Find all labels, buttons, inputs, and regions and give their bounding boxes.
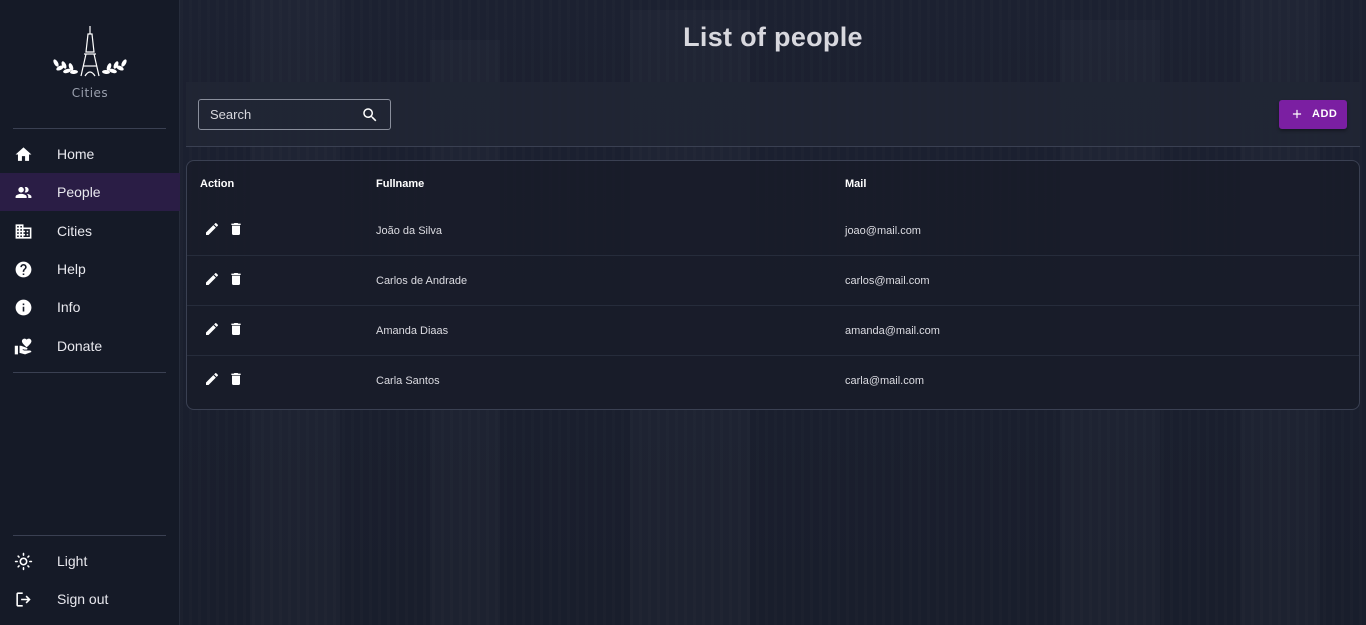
city-icon xyxy=(13,221,33,241)
sidebar-item-people[interactable]: People xyxy=(0,173,180,211)
delete-icon[interactable] xyxy=(228,221,244,237)
page-title: List of people xyxy=(683,22,863,52)
sidebar-item-label: Donate xyxy=(57,338,103,354)
sidebar-item-cities[interactable]: Cities xyxy=(0,212,180,250)
people-table: Action Fullname Mail João da Silva joao@… xyxy=(186,160,1360,410)
cell-fullname: Carlos de Andrade xyxy=(376,275,468,287)
sidebar-divider xyxy=(13,128,166,129)
people-icon xyxy=(13,182,33,202)
search-field xyxy=(198,99,391,130)
cell-mail: carlos@mail.com xyxy=(845,275,930,287)
edit-icon[interactable] xyxy=(204,271,220,287)
table-row: João da Silva joao@mail.com xyxy=(187,206,1359,256)
cell-fullname: Carla Santos xyxy=(376,375,440,387)
cell-fullname: Amanda Diaas xyxy=(376,325,449,337)
sidebar-divider xyxy=(13,535,166,536)
eiffel-tower-icon xyxy=(53,26,127,77)
table-row: Amanda Diaas amanda@mail.com xyxy=(187,306,1359,356)
table-row: Carla Santos carla@mail.com xyxy=(187,356,1359,406)
logo-text: Cities xyxy=(71,86,109,100)
plus-icon xyxy=(1290,107,1304,121)
cell-mail: joao@mail.com xyxy=(845,225,921,237)
column-header-fullname[interactable]: Fullname xyxy=(376,178,424,190)
column-header-mail[interactable]: Mail xyxy=(845,178,866,190)
sidebar-item-label: Sign out xyxy=(57,591,109,607)
sidebar-item-help[interactable]: Help xyxy=(0,250,180,288)
sidebar-item-label: Info xyxy=(57,299,81,315)
sidebar-item-light-theme[interactable]: Light xyxy=(0,542,180,580)
cell-mail: amanda@mail.com xyxy=(845,325,940,337)
column-header-action: Action xyxy=(200,178,235,190)
sidebar-item-label: People xyxy=(57,184,101,200)
sidebar-item-info[interactable]: Info xyxy=(0,288,180,326)
delete-icon[interactable] xyxy=(228,371,244,387)
table-row: Carlos de Andrade carlos@mail.com xyxy=(187,256,1359,306)
sidebar-item-label: Light xyxy=(57,553,88,569)
edit-icon[interactable] xyxy=(204,321,220,337)
sidebar-item-label: Cities xyxy=(57,223,93,239)
add-button-label: ADD xyxy=(1312,108,1338,120)
add-person-button[interactable]: ADD xyxy=(1279,100,1347,129)
table-header: Action Fullname Mail xyxy=(187,161,1359,206)
sidebar-item-sign-out[interactable]: Sign out xyxy=(0,580,180,618)
search-input[interactable] xyxy=(199,100,359,129)
help-icon xyxy=(13,259,33,279)
sidebar-item-donate[interactable]: Donate xyxy=(0,327,180,365)
edit-icon[interactable] xyxy=(204,371,220,387)
main-content: List of people ADD Action Fullname Mail xyxy=(180,0,1366,625)
app-logo: Cities xyxy=(48,24,132,104)
logout-icon xyxy=(13,589,33,609)
search-icon[interactable] xyxy=(361,106,379,124)
sidebar-item-label: Help xyxy=(57,261,86,277)
delete-icon[interactable] xyxy=(228,321,244,337)
sun-icon xyxy=(13,551,33,571)
toolbar: ADD xyxy=(186,82,1360,147)
cell-mail: carla@mail.com xyxy=(845,375,925,387)
sidebar: Cities Home People Cities Help Info Dona… xyxy=(0,0,180,625)
sidebar-item-home[interactable]: Home xyxy=(0,135,180,173)
cell-fullname: João da Silva xyxy=(376,225,443,237)
info-icon xyxy=(13,297,33,317)
donate-icon xyxy=(13,336,33,356)
sidebar-divider xyxy=(13,372,166,373)
sidebar-item-label: Home xyxy=(57,146,95,162)
edit-icon[interactable] xyxy=(204,221,220,237)
delete-icon[interactable] xyxy=(228,271,244,287)
home-icon xyxy=(13,144,33,164)
